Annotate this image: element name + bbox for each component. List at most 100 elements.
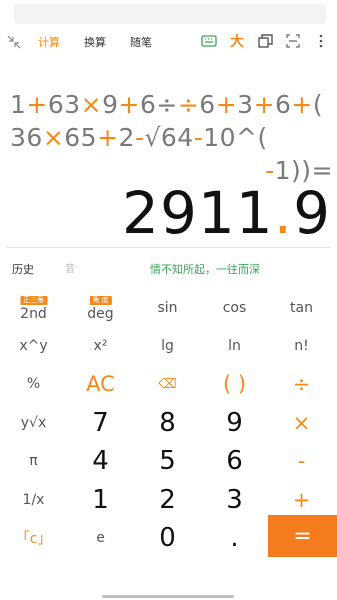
key-label: 8 — [159, 408, 176, 438]
expression-display: 1+63×9+6÷÷6+3+6+(36×65+2-√64-10^(-1))= — [10, 88, 337, 187]
key-label: sin — [157, 300, 178, 316]
decimal-key[interactable]: . — [201, 519, 268, 557]
expression-operator: + — [291, 90, 313, 119]
history-button[interactable]: 历史 — [12, 261, 34, 277]
root-key[interactable]: y√x — [0, 404, 67, 442]
log-key[interactable]: lg — [134, 327, 201, 365]
digit-key-9[interactable]: 9 — [201, 404, 268, 442]
expression-operator: × — [80, 90, 103, 119]
percent-key[interactable]: % — [0, 365, 67, 403]
pi-key[interactable]: π — [0, 442, 67, 480]
digit-key-7[interactable]: 7 — [67, 404, 134, 442]
key-label: 9 — [226, 408, 243, 438]
key-label: = — [293, 523, 312, 549]
tan-key[interactable]: tan — [268, 289, 335, 327]
digit-key-3[interactable]: 3 — [201, 481, 268, 519]
key-label: 5 — [159, 446, 176, 476]
scan-icon[interactable] — [285, 32, 301, 50]
expression-operator: ÷ — [177, 90, 200, 119]
key-label: + — [292, 488, 311, 512]
result-integer: 2911 — [122, 179, 274, 247]
tab-notes[interactable]: 随笔 — [130, 34, 152, 50]
expression-token: 10^( — [203, 123, 268, 152]
equals-key[interactable]: = — [268, 515, 337, 557]
result-display: 2911.9 — [122, 180, 331, 246]
key-label: 0 — [159, 523, 176, 553]
history-row: 历史 音 情不知所起，一往而深 — [0, 256, 337, 280]
digit-key-4[interactable]: 4 — [67, 442, 134, 480]
key-label: π — [29, 453, 38, 469]
divide-key[interactable]: ÷ — [268, 365, 335, 403]
key-label: 2nd — [20, 306, 47, 322]
minus-key[interactable]: - — [268, 442, 335, 480]
digit-key-6[interactable]: 6 — [201, 442, 268, 480]
ln-key[interactable]: ln — [201, 327, 268, 365]
backspace-key[interactable]: ⌫ — [134, 365, 201, 403]
clear-all-key[interactable]: AC — [67, 365, 134, 403]
digit-key-1[interactable]: 1 — [67, 481, 134, 519]
key-label: ⌫ — [158, 376, 177, 392]
expression-operator: + — [253, 90, 276, 119]
result-fraction: 9 — [293, 179, 331, 247]
expression-token: √64 — [144, 123, 194, 152]
expression-token: 3 — [237, 90, 254, 119]
collapse-arrows-icon[interactable] — [6, 34, 22, 50]
tab-calculate[interactable]: 计算 — [38, 34, 60, 50]
sin-key[interactable]: sin — [134, 289, 201, 327]
key-label: ln — [228, 338, 241, 354]
tab-convert[interactable]: 换算 — [84, 34, 106, 50]
factorial-key[interactable]: n! — [268, 327, 335, 365]
key-label: n! — [294, 338, 309, 354]
second-function-key[interactable]: 正三角 2nd — [0, 289, 67, 327]
toolbar-icons: 大 — [201, 32, 329, 50]
key-label: x² — [93, 338, 108, 354]
key-label: - — [297, 449, 306, 473]
square-key[interactable]: x² — [67, 327, 134, 365]
key-label: deg — [87, 306, 114, 322]
key-label: 6 — [226, 446, 243, 476]
expression-operator: × — [42, 123, 65, 152]
parentheses-key[interactable]: ( ) — [201, 365, 268, 403]
font-size-icon[interactable]: 大 — [229, 32, 245, 50]
key-label: × — [292, 411, 311, 435]
key-label: 2 — [159, 485, 176, 515]
expression-token: 6 — [199, 90, 216, 119]
plus-key[interactable]: + — [268, 481, 335, 519]
key-label: lg — [161, 338, 174, 354]
power-key[interactable]: x^y — [0, 327, 67, 365]
expression-token: 63 — [47, 90, 81, 119]
degree-mode-key[interactable]: 角 度 deg — [67, 289, 134, 327]
expression-operator: + — [215, 90, 238, 119]
more-vertical-icon[interactable] — [313, 32, 329, 50]
expression-operator: + — [118, 90, 140, 119]
reciprocal-key[interactable]: 1/x — [0, 481, 67, 519]
digit-key-0[interactable]: 0 — [134, 519, 201, 557]
key-label: cos — [222, 300, 247, 316]
multiply-key[interactable]: × — [268, 404, 335, 442]
sound-toggle[interactable]: 音 — [65, 260, 75, 275]
digit-key-2[interactable]: 2 — [134, 481, 201, 519]
key-label: ( ) — [222, 372, 247, 396]
expression-token: 6 — [139, 90, 157, 119]
expression-line: 36×65+2-√64-10^( — [10, 121, 337, 154]
digit-key-5[interactable]: 5 — [134, 442, 201, 480]
digit-key-8[interactable]: 8 — [134, 404, 201, 442]
status-bar-placeholder — [14, 4, 326, 24]
copy-window-icon[interactable] — [257, 32, 273, 50]
keyboard-icon[interactable] — [201, 32, 217, 50]
top-toolbar: 计算 换算 随笔 大 — [0, 26, 337, 58]
expression-token: 9 — [102, 90, 119, 119]
cos-key[interactable]: cos — [201, 289, 268, 327]
key-label: tan — [290, 300, 313, 316]
constants-key[interactable]: 「c」 — [0, 519, 67, 557]
expression-token: 1 — [10, 90, 27, 119]
key-label: 3 — [226, 485, 243, 515]
key-label: 7 — [92, 408, 109, 438]
expression-operator: + — [26, 90, 48, 119]
home-indicator — [102, 595, 234, 598]
mode-badge: 角 度 — [89, 296, 112, 305]
key-label: AC — [86, 372, 115, 396]
expression-token: 36 — [10, 123, 43, 152]
mode-badge: 正三角 — [20, 296, 47, 305]
euler-key[interactable]: e — [67, 519, 134, 557]
